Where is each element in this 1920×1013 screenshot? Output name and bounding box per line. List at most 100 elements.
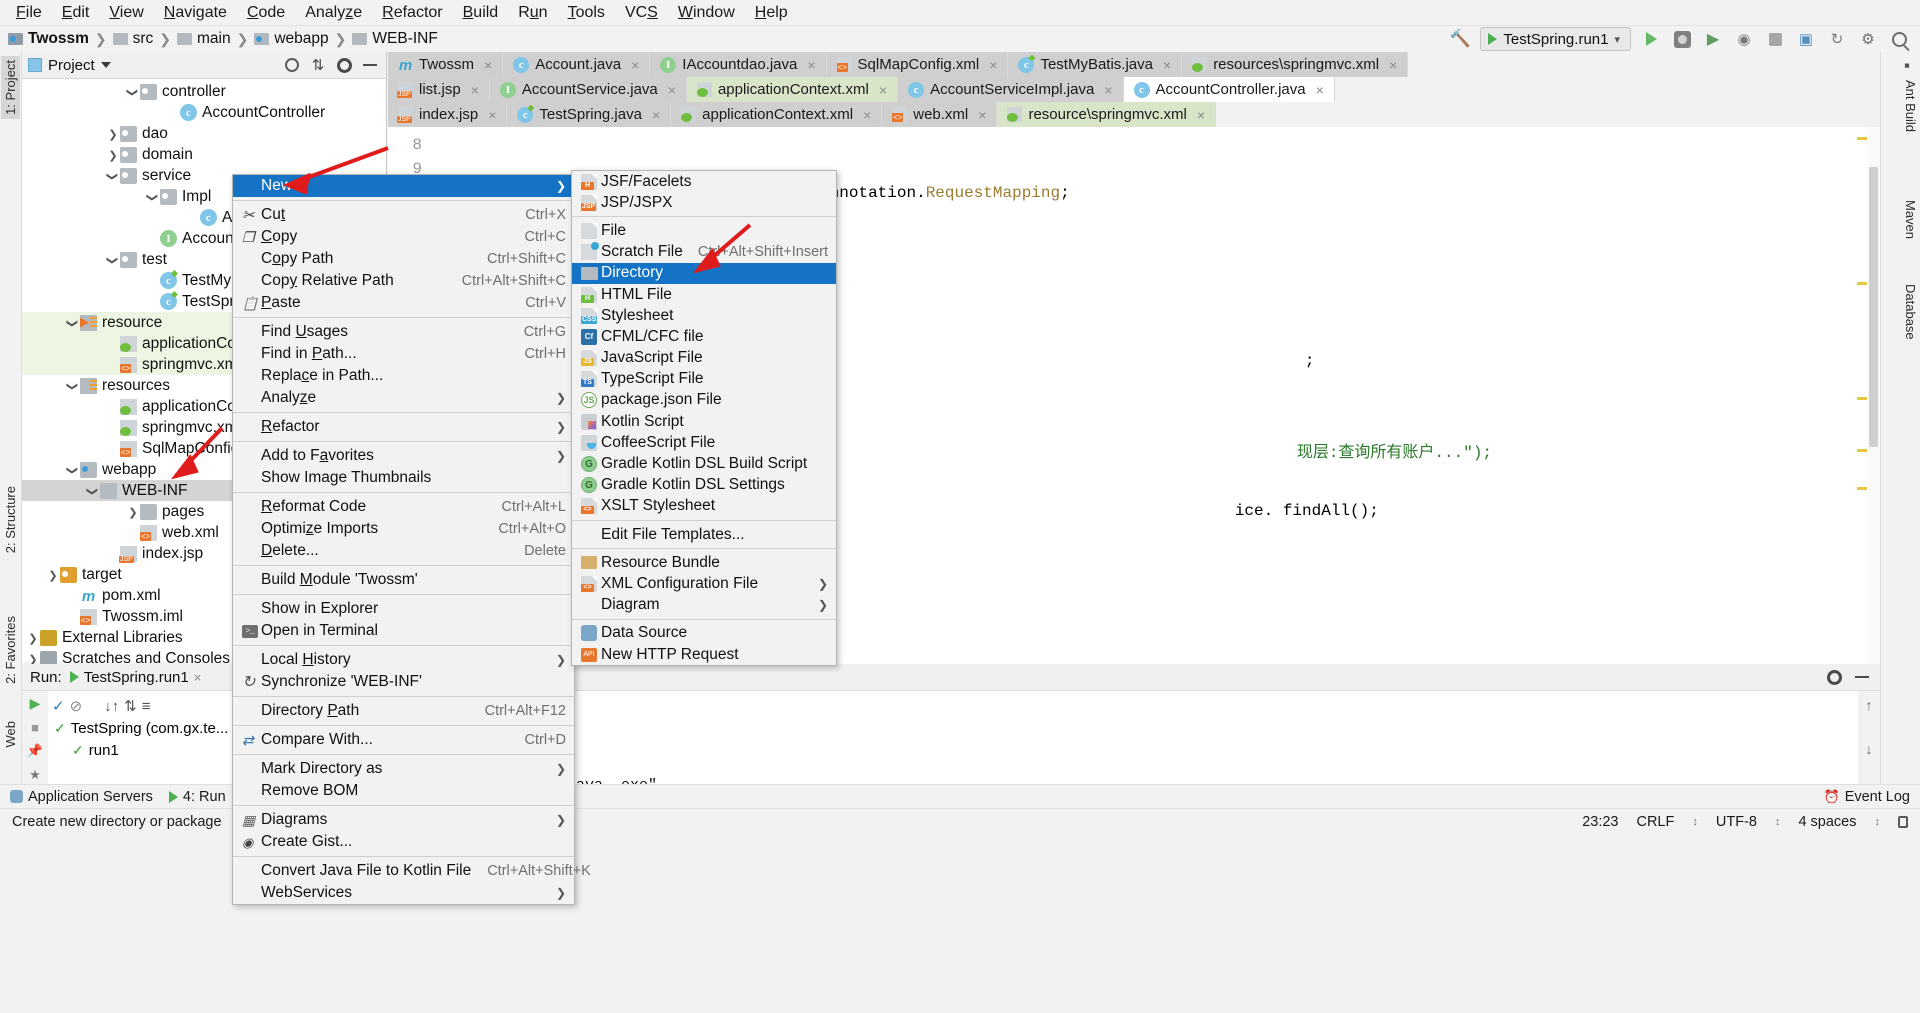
close-icon[interactable]: × [863,107,871,123]
scroll-up-icon[interactable]: ↑ [1858,691,1880,713]
editor-tab[interactable]: resource\springmvc.xml× [997,102,1216,127]
code-text-fragment-c[interactable]: ice. findAll(); [1158,475,1379,547]
run-settings-gear-icon[interactable] [1824,667,1844,687]
menu-item-file[interactable]: File [6,2,52,24]
new-submenu-item[interactable]: APINew HTTP Request [572,644,836,665]
context-menu-item[interactable]: New❯ [233,175,574,197]
editor-tab[interactable]: cTestSpring.java× [507,102,671,127]
bottom-tab-run[interactable]: 4: Run [169,789,226,805]
run-with-coverage-button[interactable]: ▶ [1702,28,1724,50]
settings-icon[interactable]: ⚙ [1857,28,1879,50]
editor-tabs-row-2[interactable]: list.jsp×IAccountService.java×applicatio… [388,77,1880,102]
editor-tab[interactable]: applicationContext.xml× [687,77,898,102]
chevron-down-icon[interactable] [106,169,120,183]
locate-icon[interactable] [282,55,302,75]
context-menu-item[interactable]: Compare With...Ctrl+D [233,729,574,751]
rerun-icon[interactable]: ▶ [30,695,41,712]
close-icon[interactable]: × [989,57,997,73]
tool-tab-database[interactable]: Database [1903,284,1918,340]
new-submenu[interactable]: HJSF/FaceletsJSPJSP/JSPXFileScratch File… [571,170,837,666]
lock-icon[interactable] [1898,816,1908,828]
context-menu-item[interactable]: Show Image Thumbnails [233,467,574,489]
close-icon[interactable]: × [879,82,887,98]
editor-tab[interactable]: applicationContext.xml× [671,102,882,127]
context-menu-item[interactable]: PasteCtrl+V [233,292,574,314]
editor-tab[interactable]: cTestMyBatis.java× [1008,52,1182,77]
context-menu-item[interactable]: Copy PathCtrl+Shift+C [233,248,574,270]
new-submenu-item[interactable]: HJSF/Facelets [572,171,836,192]
editor-tab[interactable]: SqlMapConfig.xml× [827,52,1009,77]
new-submenu-item[interactable]: Scratch FileCtrl+Alt+Shift+Insert [572,242,836,263]
search-icon[interactable] [1888,28,1910,50]
tree-item[interactable]: dao [22,123,386,144]
chevron-down-icon[interactable] [106,253,120,267]
context-menu-item[interactable]: >_Open in Terminal [233,620,574,642]
context-menu-item[interactable]: CopyCtrl+C [233,226,574,248]
new-submenu-item[interactable]: JSJavaScript File [572,348,836,369]
new-submenu-item[interactable]: Resource Bundle [572,552,836,573]
chevron-right-icon[interactable] [26,631,40,645]
run-panel-config[interactable]: TestSpring.run1 × [70,669,202,686]
context-menu-item[interactable]: Mark Directory as❯ [233,758,574,780]
collapse-all-icon[interactable]: ⇅ [308,55,328,75]
new-submenu-item[interactable]: CoffeeScript File [572,432,836,453]
breadcrumb-item-1[interactable]: src [133,30,154,48]
pin-icon[interactable]: 📌 [27,743,43,759]
editor-tabs-row-1[interactable]: mTwossm×cAccount.java×IIAccountdao.java×… [388,52,1880,77]
editor-tab[interactable]: IAccountService.java× [490,77,687,102]
menu-item-navigate[interactable]: Navigate [154,2,237,24]
new-submenu-item[interactable]: Kotlin Script [572,411,836,432]
context-menu-item[interactable]: Optimize ImportsCtrl+Alt+O [233,518,574,540]
close-icon[interactable]: × [652,107,660,123]
stop-button[interactable] [1764,28,1786,50]
expand-icon[interactable]: ≡ [142,698,151,715]
new-submenu-item[interactable]: CSSStylesheet [572,305,836,326]
run-hide-icon[interactable] [1852,667,1872,687]
context-menu-item[interactable]: Find in Path...Ctrl+H [233,343,574,365]
menu-item-refactor[interactable]: Refactor [372,2,452,24]
menu-item-view[interactable]: View [99,2,153,24]
new-submenu-item[interactable]: JSpackage.json File [572,390,836,411]
chevron-down-icon[interactable] [86,484,100,498]
context-menu-item[interactable]: Create Gist... [233,831,574,853]
run-button[interactable] [1640,28,1662,50]
new-submenu-item[interactable]: Directory [572,263,836,284]
code-text-fragment-a[interactable]: ; [1228,325,1314,397]
tool-tab-favorites[interactable]: 2: Favorites [1,612,20,688]
editor-tab[interactable]: web.xml× [882,102,997,127]
chevron-down-icon[interactable] [66,379,80,393]
chevron-right-icon[interactable] [106,148,120,162]
context-menu-item[interactable]: Delete...Delete [233,540,574,562]
maximize-icon[interactable]: ▪ [1904,56,1910,76]
tool-tab-web[interactable]: Web [1,717,20,752]
context-menu-item[interactable]: Refactor❯ [233,416,574,438]
menu-item-analyze[interactable]: Analyze [295,2,372,24]
line-separator[interactable]: CRLF [1636,814,1674,830]
bottom-tab-application-servers[interactable]: Application Servers [10,789,153,805]
close-icon[interactable]: × [1389,57,1397,73]
stop-icon[interactable]: ■ [31,720,39,735]
context-menu-item[interactable]: Directory PathCtrl+Alt+F12 [233,700,574,722]
context-menu-item[interactable]: Add to Favorites❯ [233,445,574,467]
hide-icon[interactable] [360,55,380,75]
build-hammer-icon[interactable]: 🔨 [1449,28,1471,50]
new-submenu-item[interactable]: Edit File Templates... [572,524,836,545]
editor-tab[interactable]: list.jsp× [388,77,490,102]
chevron-down-icon[interactable] [126,85,140,99]
indent-setting[interactable]: 4 spaces [1798,814,1856,830]
editor-tab[interactable]: cAccountServiceImpl.java× [898,77,1123,102]
editor-tab[interactable]: cAccount.java× [503,52,650,77]
editor-tabs-row-3[interactable]: index.jsp×cTestSpring.java×applicationCo… [388,102,1880,127]
run-configuration-selector[interactable]: TestSpring.run1 ▾ [1480,27,1631,51]
tree-item[interactable]: cAccountController [22,102,386,123]
context-menu-item[interactable]: Replace in Path... [233,365,574,387]
sort-alpha-icon[interactable]: ↓↑ [104,698,119,715]
chevron-down-icon[interactable] [101,62,111,68]
new-submenu-item[interactable]: JSPJSP/JSPX [572,192,836,213]
new-submenu-item[interactable]: Diagram❯ [572,595,836,616]
editor-scrollbar[interactable] [1868,127,1880,687]
new-submenu-item[interactable]: GGradle Kotlin DSL Settings [572,475,836,496]
profile-button[interactable]: ◉ [1733,28,1755,50]
file-encoding[interactable]: UTF-8 [1716,814,1757,830]
editor-tab[interactable]: resources\springmvc.xml× [1182,52,1408,77]
